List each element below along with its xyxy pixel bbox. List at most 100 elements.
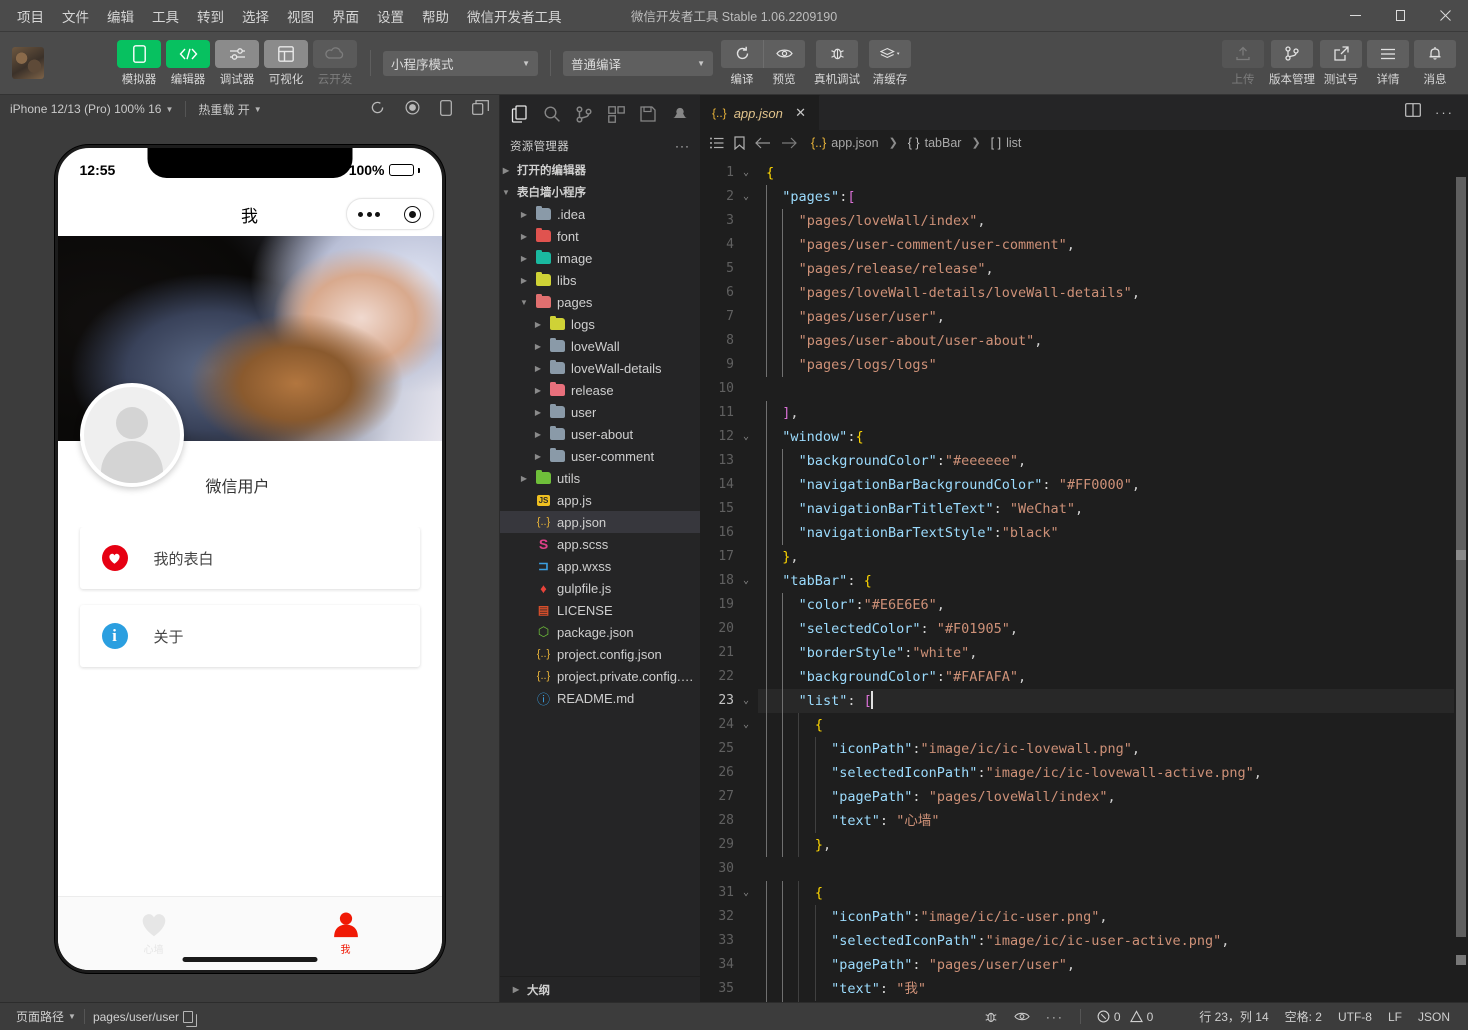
open-editors-section[interactable]: ▶ 打开的编辑器 <box>500 159 700 181</box>
debugger-toggle[interactable]: 调试器 <box>214 40 260 87</box>
code-line[interactable]: "pages/user/user", <box>758 305 1454 329</box>
outline-section[interactable]: ▶ 大纲 <box>500 976 700 1002</box>
split-editor-icon[interactable] <box>1405 103 1421 122</box>
menu-item-4[interactable]: 转到 <box>188 1 233 31</box>
code-line[interactable]: "pages/user-comment/user-comment", <box>758 233 1454 257</box>
code-line[interactable]: } <box>758 1001 1454 1002</box>
extensions-icon[interactable] <box>600 97 632 131</box>
tree-folder-libs[interactable]: ▶libs <box>500 269 700 291</box>
menu-item-0[interactable]: 项目 <box>8 1 53 31</box>
bookmark-icon[interactable] <box>734 136 745 150</box>
code-area[interactable]: 1⌄2⌄3456789101112⌄131415161718⌄192021222… <box>700 155 1468 1002</box>
editor-scrollbar[interactable] <box>1454 155 1468 1002</box>
visualizer-toggle[interactable]: 可视化 <box>263 40 309 87</box>
menu-item-about[interactable]: i 关于 <box>80 605 420 667</box>
more-icon[interactable]: ··· <box>1038 1003 1072 1030</box>
tree-folder-utils[interactable]: ▶utils <box>500 467 700 489</box>
debug-toggle[interactable] <box>976 1003 1006 1030</box>
forward-arrow-icon[interactable] <box>781 137 797 149</box>
save-icon[interactable] <box>632 97 664 131</box>
fold-chevron-icon[interactable]: ⌄ <box>738 881 754 905</box>
code-line[interactable]: "pages/logs/logs" <box>758 353 1454 377</box>
rotate-icon[interactable] <box>440 100 452 119</box>
tab-user[interactable]: 我 <box>250 911 442 956</box>
tree-file-app-json[interactable]: ▶{..}app.json <box>500 511 700 533</box>
code-line[interactable]: "tabBar": { <box>758 569 1454 593</box>
code-line[interactable]: }, <box>758 545 1454 569</box>
code-line[interactable]: "color":"#E6E6E6", <box>758 593 1454 617</box>
code-line[interactable]: { <box>758 881 1454 905</box>
menu-item-10[interactable]: 微信开发者工具 <box>458 1 571 31</box>
code-line[interactable]: "pagePath": "pages/loveWall/index", <box>758 785 1454 809</box>
menu-item-9[interactable]: 帮助 <box>413 1 458 31</box>
tree-folder-lovewall[interactable]: ▶loveWall <box>500 335 700 357</box>
code-line[interactable]: "backgroundColor":"#FAFAFA", <box>758 665 1454 689</box>
code-line[interactable]: "selectedIconPath":"image/ic/ic-lovewall… <box>758 761 1454 785</box>
close-button[interactable] <box>1423 0 1468 32</box>
breadcrumb-item-1[interactable]: { } tabBar <box>908 136 962 150</box>
code-line[interactable]: "text": "我" <box>758 977 1454 1001</box>
menu-item-5[interactable]: 选择 <box>233 1 278 31</box>
code-line[interactable]: "pages":[ <box>758 185 1454 209</box>
code-line[interactable]: ], <box>758 401 1454 425</box>
source-control-icon[interactable] <box>568 97 600 131</box>
version-control-button[interactable]: 版本管理 <box>1269 40 1315 87</box>
code-line[interactable]: "iconPath":"image/ic/ic-lovewall.png", <box>758 737 1454 761</box>
tree-file-project-config-json[interactable]: ▶{..}project.config.json <box>500 643 700 665</box>
code-line[interactable]: "selectedIconPath":"image/ic/ic-user-act… <box>758 929 1454 953</box>
tree-folder-font[interactable]: ▶font <box>500 225 700 247</box>
fold-chevron-icon[interactable]: ⌄ <box>738 161 754 185</box>
code-line[interactable]: "iconPath":"image/ic/ic-user.png", <box>758 905 1454 929</box>
fold-chevron-icon[interactable]: ⌄ <box>738 713 754 737</box>
eol-setting[interactable]: LF <box>1380 1003 1410 1030</box>
more-dots-icon[interactable] <box>358 212 380 217</box>
minimize-button[interactable] <box>1333 0 1378 32</box>
search-icon[interactable] <box>536 97 568 131</box>
mode-select[interactable]: 小程序模式 ▼ <box>383 51 538 76</box>
menu-item-7[interactable]: 界面 <box>323 1 368 31</box>
project-root-section[interactable]: ▼ 表白墙小程序 <box>500 181 700 203</box>
code-line[interactable]: { <box>758 713 1454 737</box>
cursor-position[interactable]: 行 23，列 14 <box>1191 1003 1276 1030</box>
fold-chevron-icon[interactable]: ⌄ <box>738 689 754 713</box>
record-icon[interactable] <box>405 100 420 118</box>
menu-item-my-confession[interactable]: 我的表白 <box>80 527 420 589</box>
upload-button[interactable]: 上传 <box>1222 40 1264 87</box>
language-mode[interactable]: JSON <box>1410 1003 1458 1030</box>
tree-folder-lovewall-details[interactable]: ▶loveWall-details <box>500 357 700 379</box>
maximize-button[interactable] <box>1378 0 1423 32</box>
more-actions-icon[interactable]: ··· <box>1435 105 1454 120</box>
code-line[interactable]: "backgroundColor":"#eeeeee", <box>758 449 1454 473</box>
tree-file-app-js[interactable]: ▶JSapp.js <box>500 489 700 511</box>
problems-indicator[interactable]: 0 0 <box>1089 1003 1161 1030</box>
preview-button[interactable]: 预览 <box>763 40 805 87</box>
editor-toggle[interactable]: 编辑器 <box>165 40 211 87</box>
code-line[interactable]: "selectedColor": "#F01905", <box>758 617 1454 641</box>
code-line[interactable]: "borderStyle":"white", <box>758 641 1454 665</box>
code-line[interactable]: "navigationBarTitleText": "WeChat", <box>758 497 1454 521</box>
refresh-icon[interactable] <box>370 100 385 118</box>
close-icon[interactable]: ✕ <box>792 105 809 121</box>
close-target-icon[interactable] <box>404 206 421 223</box>
cloud-toggle[interactable]: 云开发 <box>312 40 358 87</box>
wechat-capsule[interactable] <box>346 198 434 230</box>
multi-window-icon[interactable] <box>472 100 489 118</box>
page-path-select[interactable]: 页面路径 ▼ <box>8 1003 84 1030</box>
tree-folder-release[interactable]: ▶release <box>500 379 700 401</box>
fold-chevron-icon[interactable]: ⌄ <box>738 569 754 593</box>
menu-item-3[interactable]: 工具 <box>143 1 188 31</box>
page-path-value-group[interactable]: pages/user/user <box>85 1003 201 1030</box>
code-line[interactable]: }, <box>758 833 1454 857</box>
breadcrumb-item-2[interactable]: [ ] list <box>991 136 1022 150</box>
breadcrumb-item-0[interactable]: {..} app.json <box>811 136 879 150</box>
code-line[interactable]: "pages/user-about/user-about", <box>758 329 1454 353</box>
code-line[interactable]: "pages/loveWall/index", <box>758 209 1454 233</box>
code-line[interactable] <box>758 377 1454 401</box>
indentation-setting[interactable]: 空格: 2 <box>1277 1003 1330 1030</box>
test-account-button[interactable]: 测试号 <box>1320 40 1362 87</box>
hot-reload-select[interactable]: 热重载 开 ▼ <box>198 101 261 118</box>
tree-file-app-scss[interactable]: ▶Sapp.scss <box>500 533 700 555</box>
code-line[interactable] <box>758 857 1454 881</box>
tab-lovewall[interactable]: 心墙 <box>58 911 250 956</box>
tree-folder-pages[interactable]: ▼pages <box>500 291 700 313</box>
